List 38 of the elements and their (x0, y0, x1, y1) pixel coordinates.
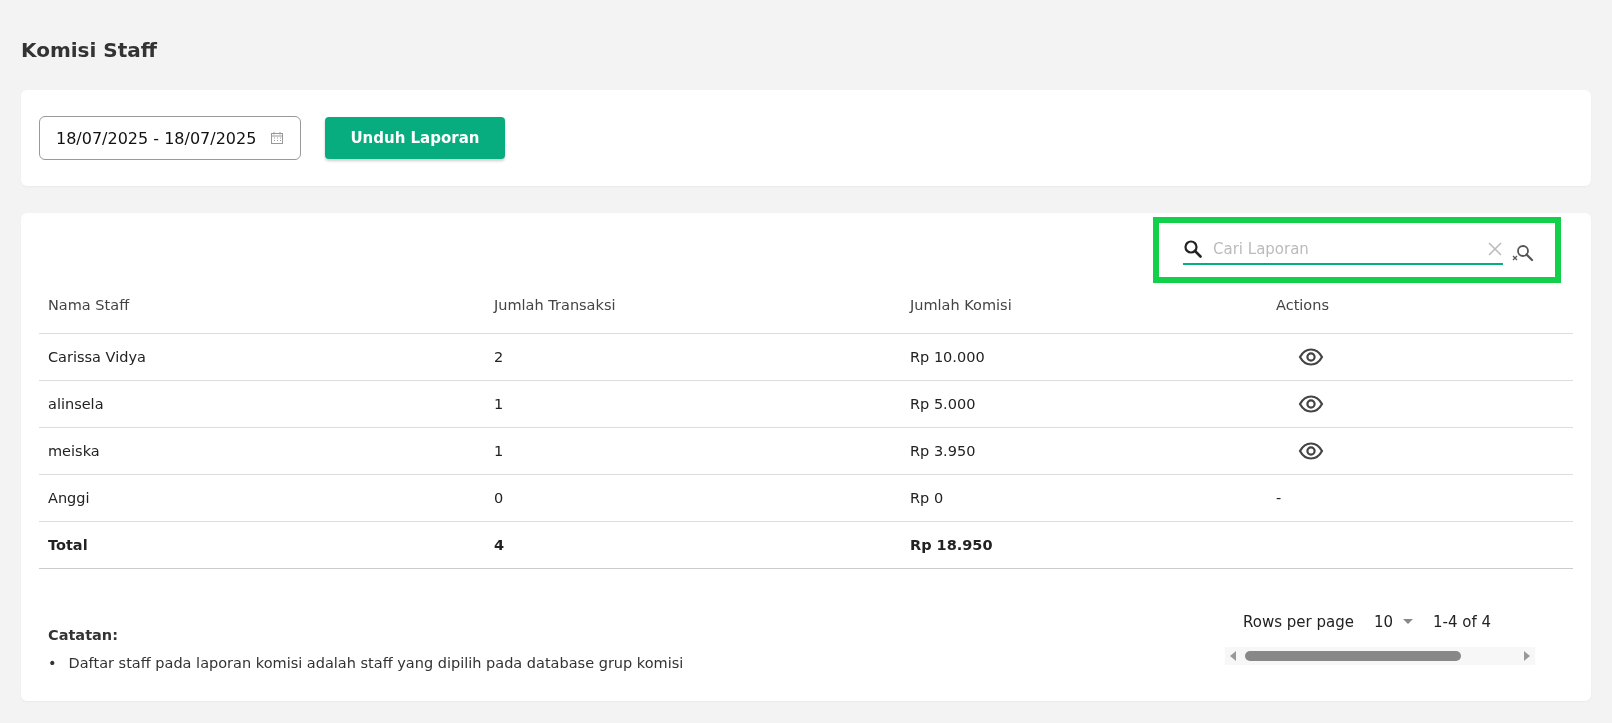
table-cell-text: Rp 5.000 (910, 396, 977, 412)
table-cell-text: Rp 0 (910, 490, 945, 506)
scroll-left-icon[interactable] (1229, 651, 1237, 661)
table-cell-text: 1 (494, 396, 505, 412)
note-text: Daftar staff pada laporan komisi adalah staff yang dipilih pada database grup komisi (68, 655, 684, 671)
table-cell-text: 0 (494, 490, 505, 506)
table-cell-text: Anggi (48, 490, 91, 506)
bullet: • (48, 655, 57, 671)
table-cell-text: 1 (494, 443, 505, 459)
rows-per-page-label: Rows per page (1243, 613, 1354, 631)
table-cell-text: Total (48, 537, 89, 553)
eye-icon[interactable] (1298, 348, 1324, 366)
scroll-right-icon[interactable] (1523, 651, 1531, 661)
date-range-field[interactable]: 18/07/2025 - 18/07/2025 (39, 116, 302, 160)
eye-icon[interactable] (1298, 442, 1324, 460)
column-header: Jumlah Transaksi (494, 297, 617, 313)
table-cell-text: alinsela (48, 396, 105, 412)
table-cell-text: Rp 10.000 (910, 349, 986, 365)
table-cell-text: Rp 18.950 (910, 537, 994, 553)
note-title: Catatan: (48, 627, 119, 643)
page-range: 1-4 of 4 (1433, 613, 1492, 631)
column-header: Jumlah Komisi (910, 297, 1013, 313)
rows-per-page-select[interactable]: 10 (1373, 613, 1414, 631)
table-cell-text: Rp 3.950 (910, 443, 977, 459)
clear-search-icon[interactable] (1511, 242, 1535, 264)
table-cell-text: Carissa Vidya (48, 349, 147, 365)
column-header: Nama Staff (48, 297, 131, 313)
table-cell-text: 4 (494, 537, 506, 553)
eye-icon[interactable] (1298, 395, 1324, 413)
horizontal-scrollbar[interactable] (1225, 647, 1535, 665)
column-header: Actions (1276, 297, 1330, 313)
table-cell: - (1276, 490, 1282, 506)
table-cell-text: 2 (494, 349, 505, 365)
page-title: Komisi Staff (21, 38, 158, 62)
calendar-icon (270, 131, 285, 145)
table-cell-text: meiska (48, 443, 101, 459)
search-icon (1183, 239, 1203, 259)
caret-icon (1403, 619, 1414, 625)
